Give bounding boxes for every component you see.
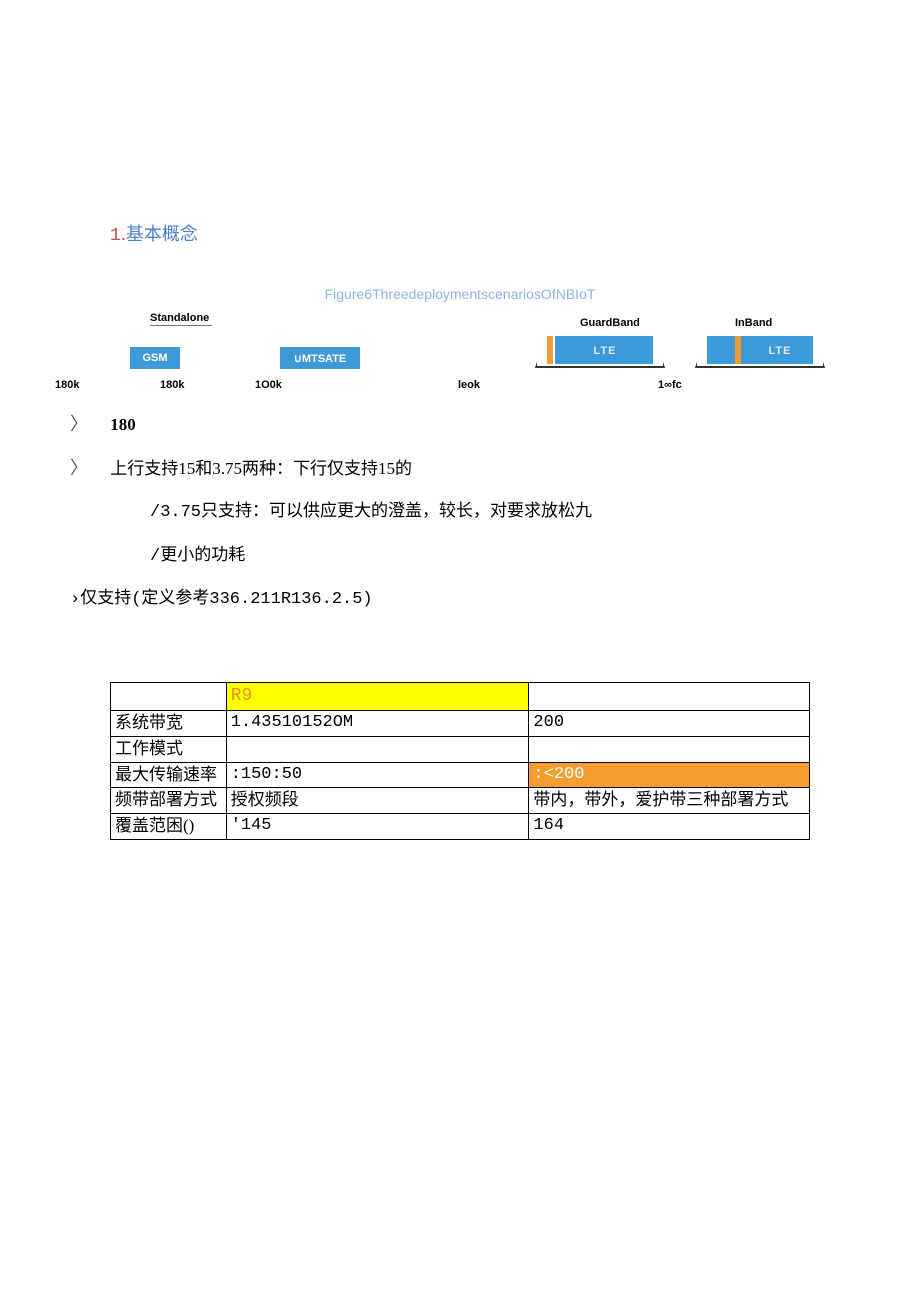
label-guardband: GuardBand xyxy=(580,317,640,329)
cell-nb: 带内，带外，爱护带三种部署方式 xyxy=(529,788,810,814)
heading-number: 1 xyxy=(110,226,121,246)
angle-icon: 〉 xyxy=(70,458,88,478)
underline-standalone xyxy=(150,325,212,326)
trap-inband: LTE xyxy=(695,336,825,368)
line-5: ›仅支持(定义参考336.211R136.2.5) xyxy=(70,579,810,618)
table-row: 系统带宽 1.43510152OM 200 xyxy=(111,710,810,736)
label-180k-a: 180k xyxy=(55,379,79,391)
table-row: 工作模式 xyxy=(111,736,810,762)
th-r9: R9 xyxy=(226,683,529,710)
deployment-diagram: Standalone GSM ∪MTSATE GuardBand LTE InB… xyxy=(110,312,810,397)
label-standalone: Standalone xyxy=(150,312,209,324)
orange-slice-inband xyxy=(735,336,741,364)
label-inband: InBand xyxy=(735,317,772,329)
cell-nb-highlight: :<200 xyxy=(529,762,810,788)
cell-label: 系统带宽 xyxy=(111,710,227,736)
cell-r9: :150:50 xyxy=(226,762,529,788)
line-3: /3.75只支持：可以供应更大的澄盖，较长，对要求放松九 xyxy=(150,492,810,531)
table-row: 最大传输速率 :150:50 :<200 xyxy=(111,762,810,788)
line-3-text: /3.75只支持：可以供应更大的澄盖，较长，对要求放松九 xyxy=(150,503,592,522)
box-gsm: GSM xyxy=(130,347,180,369)
table-row: 频带部署方式 授权频段 带内，带外，爱护带三种部署方式 xyxy=(111,788,810,814)
label-100k: 1O0k xyxy=(255,379,282,391)
cell-r9 xyxy=(226,736,529,762)
cell-nb: 164 xyxy=(529,814,810,840)
line-2-text: 上行支持15和3.75两种：下行仅支持15的 xyxy=(110,459,412,478)
cell-r9: 授权频段 xyxy=(226,788,529,814)
box-umts: ∪MTSATE xyxy=(280,347,360,369)
th-blank1 xyxy=(111,683,227,710)
line-4: /更小的功耗 xyxy=(150,536,810,575)
cell-r9: '145 xyxy=(226,814,529,840)
cell-nb: 200 xyxy=(529,710,810,736)
cell-label: 最大传输速率 xyxy=(111,762,227,788)
label-180k-b: 180k xyxy=(160,379,184,391)
label-leok: leok xyxy=(458,379,480,391)
lte-label-inband: LTE xyxy=(745,340,815,362)
th-blank2 xyxy=(529,683,810,710)
comparison-table: R9 系统带宽 1.43510152OM 200 工作模式 最大传输速率 :15… xyxy=(110,682,810,840)
table-header-row: R9 xyxy=(111,683,810,710)
cell-nb xyxy=(529,736,810,762)
lte-label-guard: LTE xyxy=(570,340,640,362)
cell-label: 频带部署方式 xyxy=(111,788,227,814)
line-5-text: ›仅支持(定义参考336.211R136.2.5) xyxy=(70,590,373,609)
table-row: 覆盖范困() '145 164 xyxy=(111,814,810,840)
line-1-text: 180 xyxy=(110,415,136,434)
cell-r9: 1.43510152OM xyxy=(226,710,529,736)
orange-slice-guard xyxy=(547,336,553,364)
line-4-text: /更小的功耗 xyxy=(150,547,245,566)
angle-icon: 〉 xyxy=(70,414,88,434)
label-1fc: 1∞fc xyxy=(658,379,682,391)
cell-label: 工作模式 xyxy=(111,736,227,762)
cell-label: 覆盖范困() xyxy=(111,814,227,840)
figure-caption: Figure6ThreedeploymentscenariosOfNBIoT xyxy=(110,286,810,302)
line-2: 〉 上行支持15和3.75两种：下行仅支持15的 xyxy=(70,449,810,489)
line-1: 〉 180 xyxy=(70,405,810,445)
heading-text: 基本概念 xyxy=(126,224,198,244)
section-heading: 1.基本概念 xyxy=(110,220,810,246)
trap-guardband: LTE xyxy=(535,336,665,368)
